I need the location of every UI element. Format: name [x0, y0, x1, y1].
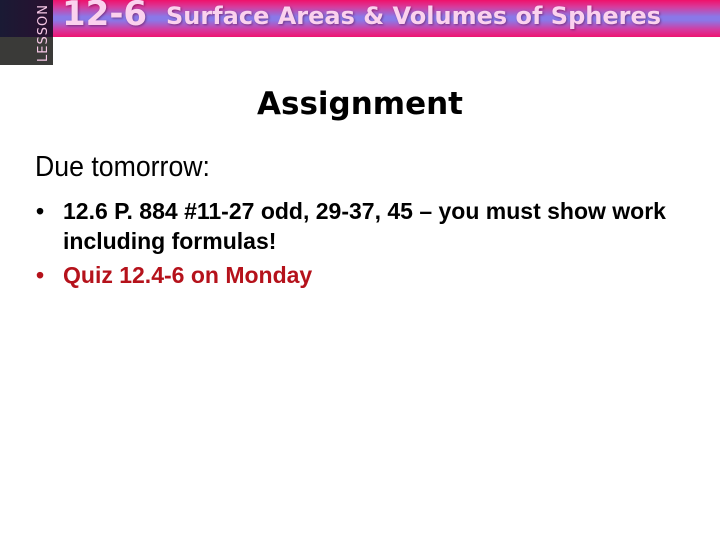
due-subheading: Due tomorrow: [35, 151, 210, 183]
slide-title: Assignment [257, 86, 463, 122]
assignment-list: • 12.6 P. 884 #11-27 odd, 29-37, 45 – yo… [36, 196, 686, 290]
lesson-label: LESSON [36, 4, 51, 62]
list-item-quiz: • Quiz 12.4-6 on Monday [36, 260, 686, 290]
lesson-number: 12-6 [62, 0, 148, 34]
bullet-icon: • [36, 262, 45, 288]
homework-text: 12.6 P. 884 #11-27 odd, 29-37, 45 – you … [63, 198, 666, 254]
bullet-icon: • [36, 198, 45, 224]
lesson-title: Surface Areas & Volumes of Spheres [166, 2, 662, 30]
quiz-text: Quiz 12.4-6 on Monday [63, 262, 313, 288]
list-item-homework: • 12.6 P. 884 #11-27 odd, 29-37, 45 – yo… [36, 196, 686, 256]
